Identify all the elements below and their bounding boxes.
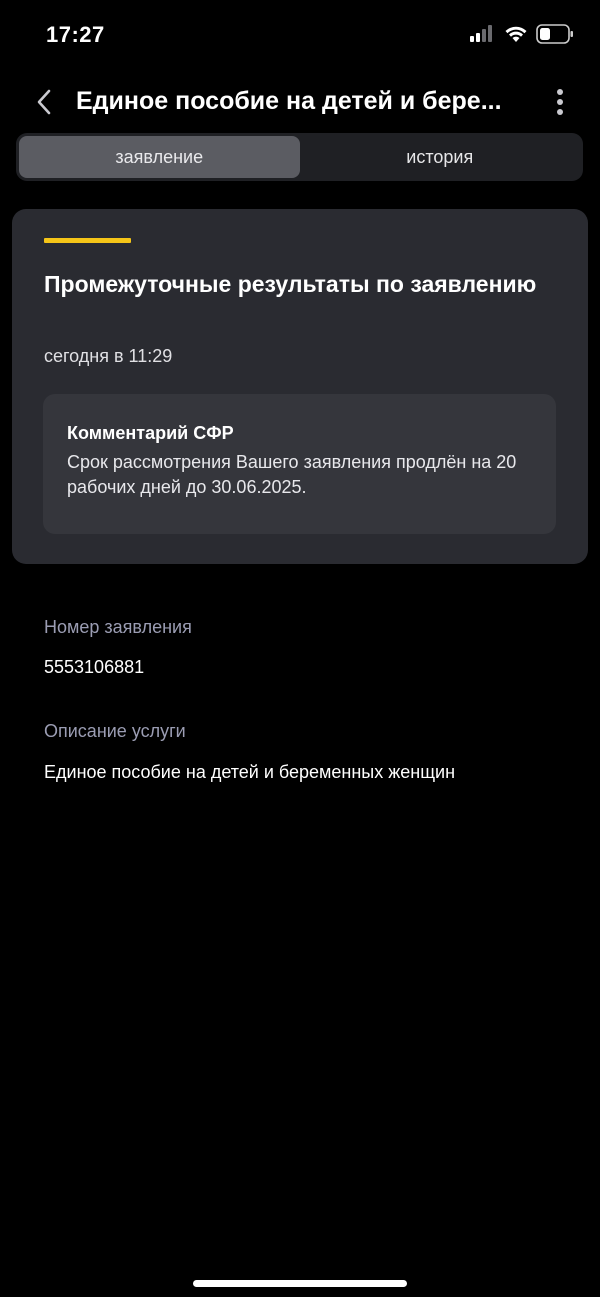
application-number-value: 5553106881 bbox=[44, 657, 145, 677]
status-bar: 17:27 bbox=[0, 0, 600, 72]
back-button[interactable] bbox=[28, 84, 60, 120]
wifi-icon bbox=[505, 26, 527, 42]
screen: 17:27 Единое пособие на детей и бере... … bbox=[0, 0, 600, 1297]
service-description-value: Единое пособие на детей и беременных жен… bbox=[44, 762, 456, 782]
comment-title: Комментарий СФР bbox=[67, 423, 234, 443]
more-button[interactable] bbox=[548, 84, 572, 120]
segmented-tabs: заявление история bbox=[16, 133, 583, 181]
comment-text: Срок рассмотрения Вашего заявления продл… bbox=[67, 452, 517, 497]
status-date: сегодня в 11:29 bbox=[44, 346, 173, 366]
header: Единое пособие на детей и бере... bbox=[0, 78, 600, 126]
more-vertical-icon bbox=[557, 89, 563, 115]
status-accent-line bbox=[44, 238, 131, 243]
home-indicator[interactable] bbox=[193, 1280, 407, 1287]
page-title: Единое пособие на детей и бере... bbox=[76, 87, 502, 115]
status-title: Промежуточные результаты по заявлению bbox=[44, 271, 537, 297]
service-description-label: Описание услуги bbox=[44, 721, 186, 741]
status-time: 17:27 bbox=[46, 22, 105, 47]
chevron-left-icon bbox=[37, 89, 51, 115]
status-icons bbox=[470, 24, 574, 44]
battery-icon bbox=[536, 24, 573, 44]
comment-box: Комментарий СФР Срок рассмотрения Вашего… bbox=[43, 394, 556, 534]
application-number-label: Номер заявления bbox=[44, 617, 192, 637]
tab-application[interactable]: заявление bbox=[19, 136, 300, 178]
tab-history[interactable]: история bbox=[300, 136, 581, 178]
cellular-signal-icon bbox=[470, 25, 492, 42]
status-card: Промежуточные результаты по заявлению се… bbox=[12, 209, 588, 564]
